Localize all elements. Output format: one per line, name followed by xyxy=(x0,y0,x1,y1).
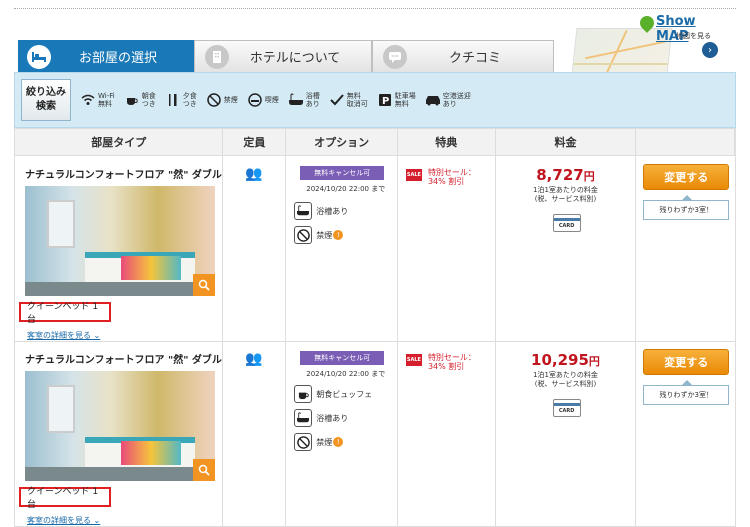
chat-icon xyxy=(383,45,407,69)
room-detail-link[interactable]: 客室の詳細を見る ⌄ xyxy=(27,330,100,341)
option-no-smoking: 禁煙! xyxy=(294,433,344,451)
smoking-icon xyxy=(247,92,263,108)
bath-icon xyxy=(288,92,304,108)
wifi-icon xyxy=(80,92,96,108)
free-cancel-badge: 無料キャンセル可 xyxy=(300,351,385,365)
benefits-cell: SALE 特別セール： 34% 割引 xyxy=(398,341,496,526)
change-button[interactable]: 変更する xyxy=(643,164,730,190)
credit-card-icon: CARD xyxy=(552,214,581,232)
filter-search-button[interactable]: 絞り込み 検索 xyxy=(21,79,71,121)
cancel-deadline: 2024/10/20 22:00 まで xyxy=(306,370,386,378)
price-note: 1泊1室あたりの料金 (税、サービス料別) xyxy=(533,186,598,203)
filter-bar: 絞り込み 検索 Wi-Fi 無料 朝食 つき 夕食 つき 禁煙 喫煙 浴槽 あり… xyxy=(14,72,736,128)
filter-smoking[interactable]: 喫煙 xyxy=(247,92,279,108)
filter-bath[interactable]: 浴槽 あり xyxy=(288,92,320,108)
breakfast-icon xyxy=(294,385,313,403)
tab-hotel-info[interactable]: ホテルについて xyxy=(194,40,372,72)
action-cell: 変更する 残りわずか3室！ xyxy=(636,156,735,341)
map-arrow-button[interactable]: › xyxy=(702,42,718,58)
room-name: ナチュラルコンフォートフロア "然" ダブル xyxy=(25,170,222,181)
sale-badge: SALE xyxy=(405,169,422,181)
filter-airport-shuttle[interactable]: 空港送迎 あり xyxy=(425,92,471,108)
no-smoking-icon xyxy=(294,226,313,244)
tab-reviews[interactable]: クチコミ xyxy=(372,40,554,72)
price-note: 1泊1室あたりの料金 (税、サービス料別) xyxy=(533,371,598,388)
no-smoking-icon xyxy=(206,92,222,108)
sale-badge: SALE xyxy=(405,354,422,366)
free-cancel-badge: 無料キャンセル可 xyxy=(300,166,385,180)
option-no-smoking: 禁煙! xyxy=(294,226,344,244)
benefits-cell: SALE 特別セール： 34% 割引 xyxy=(398,156,496,341)
table-header: 部屋タイプ 定員 オプション 特典 料金 xyxy=(14,128,736,156)
filter-no-smoking[interactable]: 禁煙 xyxy=(206,92,238,108)
change-button[interactable]: 変更する xyxy=(643,349,730,375)
header-options: オプション xyxy=(286,129,398,155)
room-photo[interactable] xyxy=(25,186,215,296)
bed-info: クイーンベッド 1 台 xyxy=(19,487,111,510)
room-detail-link[interactable]: 客室の詳細を見る ⌄ xyxy=(27,515,100,526)
chevron-down-icon: ⌄ xyxy=(93,331,101,340)
options-cell: 無料キャンセル可 2024/10/20 22:00 まで 朝食ビュッフェ 浴槽あ… xyxy=(286,341,398,526)
table-row: ナチュラルコンフォートフロア "然" ダブル クイーンベッド 1 台 客室の詳細… xyxy=(14,156,736,342)
two-people-icon: 👥 xyxy=(245,166,263,182)
warning-icon[interactable]: ! xyxy=(333,230,344,240)
sale-info: SALE 特別セール： 34% 割引 xyxy=(405,353,476,371)
capacity-cell: 👥 xyxy=(223,341,287,526)
dinner-icon xyxy=(165,92,181,108)
capacity-cell: 👥 xyxy=(223,156,287,341)
header-benefits: 特典 xyxy=(398,129,496,155)
header-room-type: 部屋タイプ xyxy=(15,129,224,155)
two-people-icon: 👥 xyxy=(245,351,263,367)
price: 8,727円 xyxy=(536,166,595,184)
sale-text: 特別セール： 34% 割引 xyxy=(427,168,476,186)
header-price: 料金 xyxy=(496,129,637,155)
remaining-rooms-note: 残りわずか3室！ xyxy=(643,380,730,405)
warning-icon[interactable]: ! xyxy=(333,437,344,447)
cancel-deadline: 2024/10/20 22:00 まで xyxy=(306,185,386,193)
checkmark-icon xyxy=(329,92,345,108)
price-cell: 8,727円 1泊1室あたりの料金 (税、サービス料別) CARD xyxy=(496,156,637,341)
no-smoking-icon xyxy=(294,433,313,451)
price-cell: 10,295円 1泊1室あたりの料金 (税、サービス料別) CARD xyxy=(496,341,637,526)
sale-text: 特別セール： 34% 割引 xyxy=(427,353,476,371)
option-breakfast: 朝食ビュッフェ xyxy=(294,385,372,403)
filter-parking[interactable]: P 駐車場 無料 xyxy=(377,92,416,108)
option-bath: 浴槽あり xyxy=(294,202,348,220)
top-divider xyxy=(14,8,736,9)
options-cell: 無料キャンセル可 2024/10/20 22:00 まで 浴槽あり 禁煙! xyxy=(286,156,398,341)
bed-info: クイーンベッド 1 台 xyxy=(19,302,111,325)
room-type-cell: ナチュラルコンフォートフロア "然" ダブル クイーンベッド 1 台 客室の詳細… xyxy=(15,156,224,341)
room-name: ナチュラルコンフォートフロア "然" ダブル xyxy=(25,355,222,366)
tab-bar: お部屋の選択 ホテルについて クチコミ xyxy=(18,40,554,72)
price: 10,295円 xyxy=(531,351,600,369)
room-type-cell: ナチュラルコンフォートフロア "然" ダブル クイーンベッド 1 台 客室の詳細… xyxy=(15,341,224,526)
map-subtitle: 地図を見る xyxy=(676,32,711,40)
bath-icon xyxy=(294,202,313,220)
zoom-icon[interactable] xyxy=(193,459,215,481)
table-row: ナチュラルコンフォートフロア "然" ダブル クイーンベッド 1 台 客室の詳細… xyxy=(14,341,736,527)
option-bath: 浴槽あり xyxy=(294,409,348,427)
breakfast-icon xyxy=(124,92,140,108)
zoom-icon[interactable] xyxy=(193,274,215,296)
filter-breakfast[interactable]: 朝食 つき xyxy=(124,92,156,108)
remaining-rooms-note: 残りわずか3室！ xyxy=(643,195,730,220)
car-icon xyxy=(425,92,441,108)
credit-card-icon: CARD xyxy=(552,399,581,417)
bed-icon xyxy=(27,45,51,69)
show-map-widget[interactable]: Show MAP 地図を見る › xyxy=(571,13,722,76)
parking-icon: P xyxy=(377,92,393,108)
chevron-down-icon: ⌄ xyxy=(93,516,101,525)
action-cell: 変更する 残りわずか3室！ xyxy=(636,341,735,526)
bath-icon xyxy=(294,409,313,427)
building-icon xyxy=(205,45,229,69)
tab-room-selection[interactable]: お部屋の選択 xyxy=(18,40,194,72)
filter-wifi[interactable]: Wi-Fi 無料 xyxy=(80,92,115,108)
sale-info: SALE 特別セール： 34% 割引 xyxy=(405,168,476,186)
room-photo[interactable] xyxy=(25,371,215,481)
header-capacity: 定員 xyxy=(223,129,287,155)
filter-dinner[interactable]: 夕食 つき xyxy=(165,92,197,108)
svg-text:P: P xyxy=(382,96,389,107)
header-action xyxy=(636,129,735,155)
filter-free-cancel[interactable]: 無料 取消可 xyxy=(329,92,368,108)
